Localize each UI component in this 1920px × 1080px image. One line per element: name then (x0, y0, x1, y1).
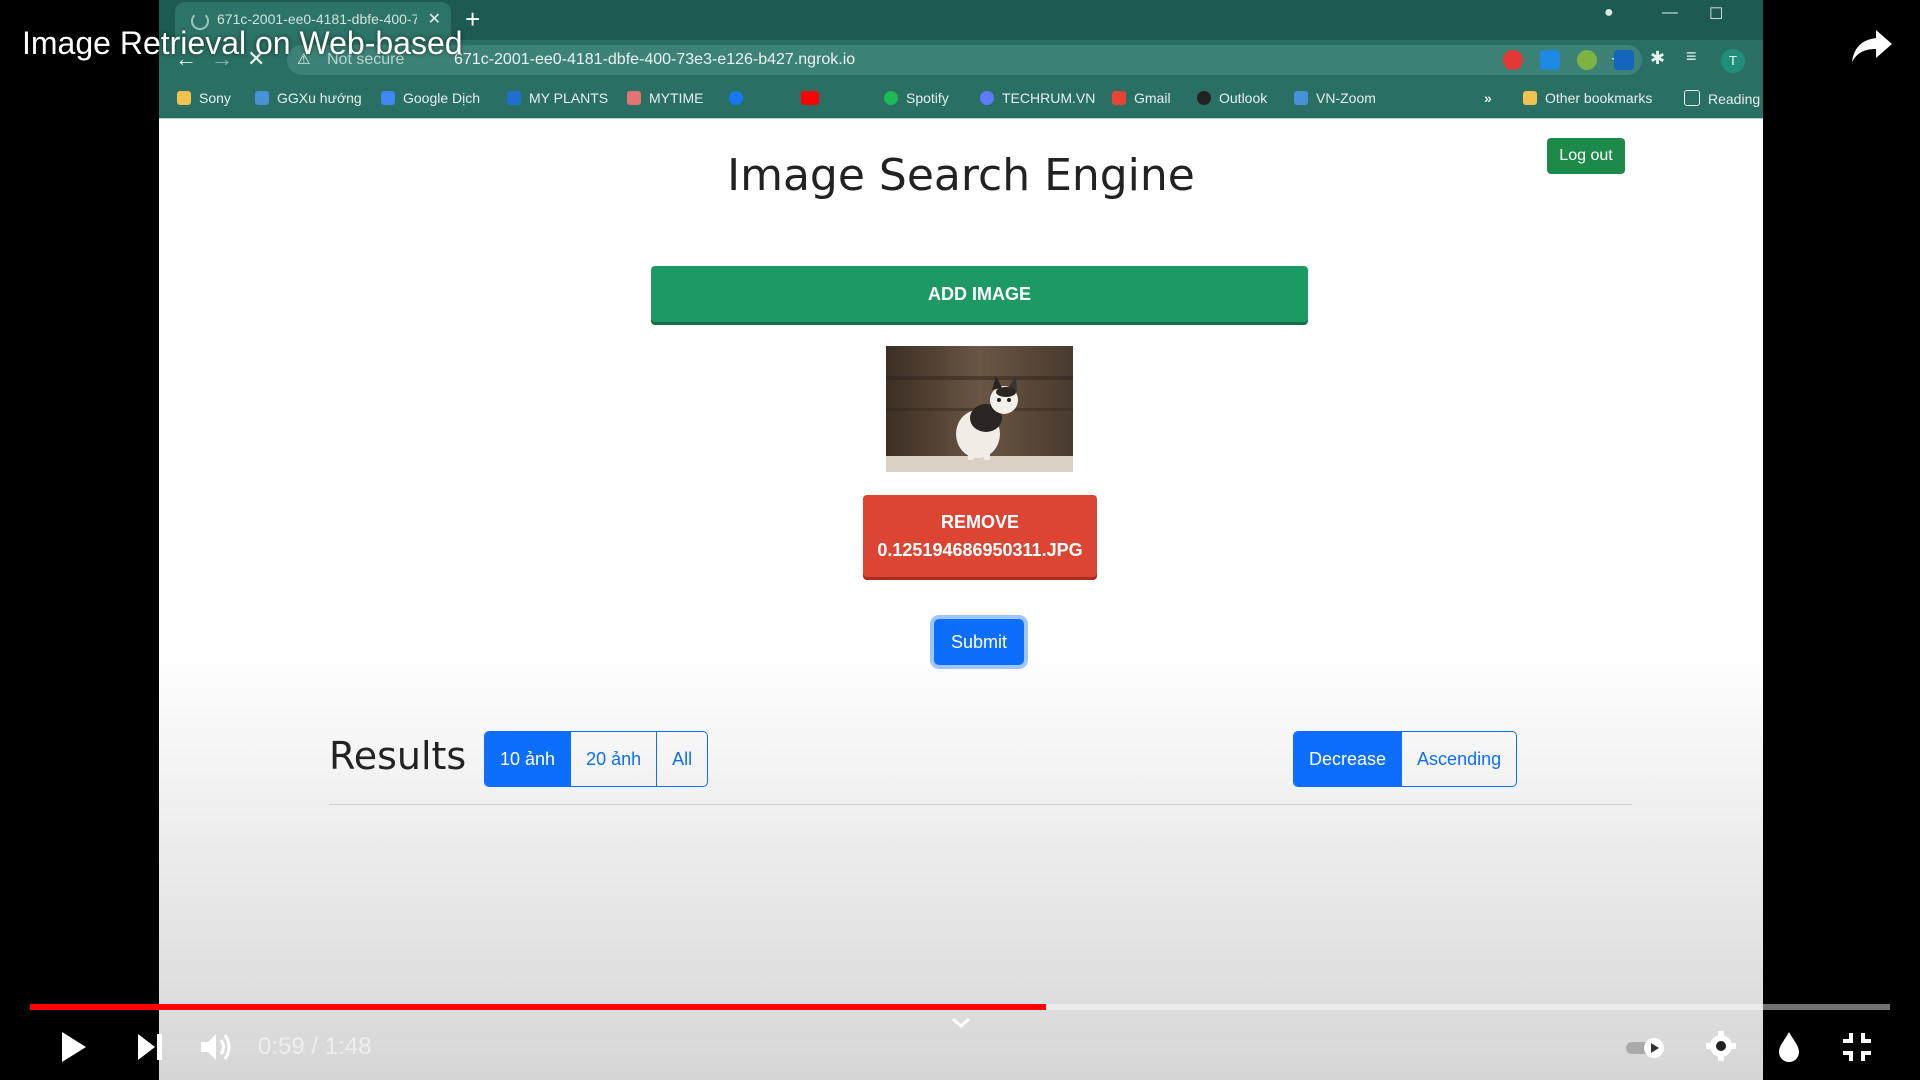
page-content: Log out Image Search Engine ADD IMAGE RE… (159, 119, 1763, 1080)
volume-icon[interactable] (198, 1030, 234, 1064)
bookmark-item[interactable]: Sony (177, 90, 231, 106)
facebook-icon (729, 91, 743, 105)
bookmarks-bar: Sony GGXu hướng Google Dịch MY PLANTS MY… (159, 80, 1763, 119)
settings-gear-icon[interactable] (1705, 1030, 1737, 1062)
translate-icon (381, 91, 395, 105)
trello-icon (507, 91, 521, 105)
play-icon[interactable] (58, 1030, 88, 1064)
add-image-button[interactable]: ADD IMAGE (651, 266, 1308, 322)
next-icon[interactable] (135, 1030, 165, 1064)
results-divider (329, 804, 1632, 805)
video-progress-played (30, 1004, 1046, 1010)
video-controls: 0:59 / 1:48 (0, 1016, 1920, 1080)
video-progress-bar[interactable] (30, 1004, 1890, 1010)
extension-icon[interactable] (1540, 50, 1560, 70)
video-time: 0:59 / 1:48 (258, 1033, 371, 1061)
ambient-mode-icon[interactable] (1776, 1030, 1802, 1064)
outlook-icon (1197, 91, 1211, 105)
minimize-icon[interactable]: — (1662, 4, 1678, 22)
folder-icon (177, 91, 191, 105)
url-text[interactable]: 671c-2001-ee0-4181-dbfe-400-73e3-e126-b4… (454, 51, 855, 69)
remove-image-button[interactable]: REMOVE 0.125194686950311.JPG (863, 495, 1097, 577)
reading-list-icon[interactable]: ≡ (1686, 46, 1697, 67)
sort-order-toggle: Decrease Ascending (1293, 731, 1518, 787)
browser-window: 671c-2001-ee0-4181-dbfe-400-7 ✕ + ● — ☐ … (159, 0, 1763, 1080)
reading-list[interactable]: Reading (1684, 90, 1760, 107)
bookmark-item[interactable]: Gmail (1112, 90, 1171, 106)
spotify-icon (884, 91, 898, 105)
sort-decrease-button[interactable]: Decrease (1294, 732, 1403, 786)
bookmark-item[interactable]: Spotify (884, 90, 949, 106)
other-bookmarks[interactable]: Other bookmarks (1523, 90, 1652, 106)
bookmark-item[interactable] (801, 90, 827, 106)
bookmark-item[interactable]: MY PLANTS (507, 90, 608, 106)
avatar[interactable]: T (1721, 49, 1745, 73)
bookmark-item[interactable] (729, 90, 751, 106)
video-title: Image Retrieval on Web-based (22, 25, 463, 61)
more-bookmarks-button[interactable]: » (1484, 90, 1492, 106)
submit-button[interactable]: Submit (934, 619, 1024, 665)
bookmark-item[interactable]: Outlook (1197, 90, 1267, 106)
profile-menu-icon[interactable]: ● (1604, 4, 1614, 22)
exit-fullscreen-icon[interactable] (1840, 1030, 1874, 1064)
count-all-button[interactable]: All (657, 732, 707, 786)
chevron-down-icon[interactable] (950, 1016, 972, 1030)
mytime-icon (627, 91, 641, 105)
result-count-toggle: 10 ảnh 20 ảnh All (484, 731, 709, 787)
bookmark-item[interactable]: GGXu hướng (255, 90, 362, 106)
reading-list-icon (1684, 90, 1700, 106)
puzzle-extensions-icon[interactable]: ✱ (1650, 48, 1665, 69)
time-total: 1:48 (324, 1033, 372, 1060)
gmail-icon (1112, 91, 1126, 105)
youtube-icon (801, 91, 819, 105)
folder-icon (1523, 91, 1537, 105)
count-10-button[interactable]: 10 ảnh (485, 732, 572, 786)
vnzoom-icon (1294, 91, 1308, 105)
bookmark-item[interactable]: Google Dịch (381, 90, 480, 106)
count-20-button[interactable]: 20 ảnh (571, 732, 658, 786)
sort-ascending-button[interactable]: Ascending (1402, 732, 1516, 786)
results-heading: Results (329, 734, 467, 778)
time-current: 0:59 (258, 1033, 305, 1060)
share-icon[interactable] (1850, 26, 1894, 66)
address-bar[interactable]: ⚠ Not secure 671c-2001-ee0-4181-dbfe-400… (287, 45, 1642, 75)
adblock-extension-icon[interactable] (1503, 50, 1523, 70)
bookmark-item[interactable]: VN-Zoom (1294, 90, 1376, 106)
query-image-preview (886, 346, 1073, 472)
trend-icon (255, 91, 269, 105)
extension-icon[interactable] (1614, 50, 1634, 70)
autoplay-toggle-icon[interactable] (1624, 1036, 1668, 1060)
extension-icon[interactable] (1577, 50, 1597, 70)
bookmark-item[interactable]: MYTIME (627, 90, 703, 106)
techrum-icon (980, 91, 994, 105)
remove-filename: 0.125194686950311.JPG (877, 540, 1083, 560)
time-separator: / (311, 1033, 319, 1060)
bookmark-item[interactable]: TECHRUM.VN (980, 90, 1095, 106)
new-tab-icon[interactable]: + (465, 4, 480, 35)
page-title: Image Search Engine (727, 150, 1195, 201)
maximize-icon[interactable]: ☐ (1709, 4, 1723, 24)
remove-label: REMOVE (940, 512, 1019, 532)
